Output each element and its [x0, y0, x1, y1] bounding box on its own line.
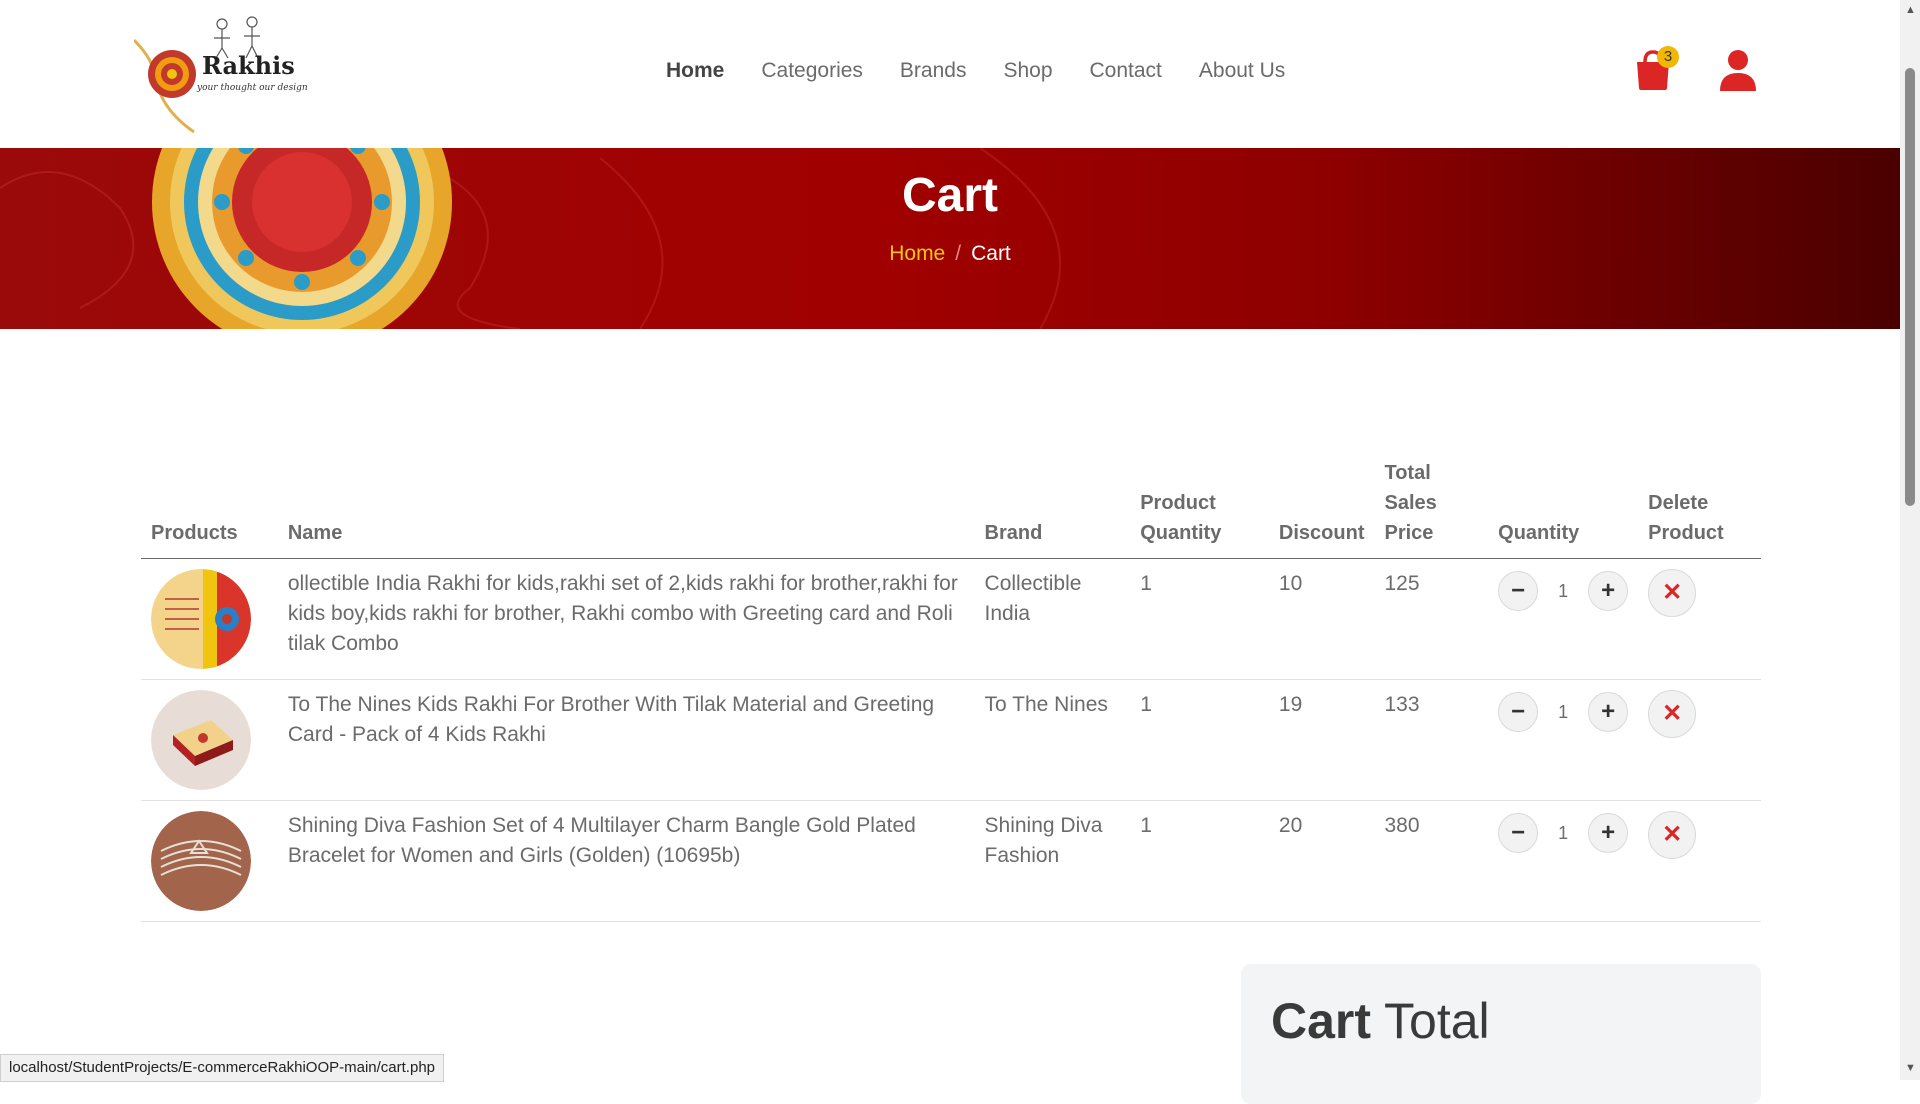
decrease-quantity-button[interactable]: −	[1498, 813, 1539, 853]
plus-icon: +	[1601, 698, 1616, 725]
minus-icon: −	[1511, 698, 1526, 725]
delete-product-button[interactable]: ✕	[1648, 811, 1697, 859]
product-discount: 10	[1268, 558, 1375, 680]
increase-quantity-button[interactable]: +	[1588, 571, 1629, 611]
increase-quantity-button[interactable]: +	[1588, 692, 1629, 732]
cart-button[interactable]: 3	[1633, 46, 1679, 92]
product-brand: Shining Diva Fashion	[974, 800, 1131, 922]
decrease-quantity-button[interactable]: −	[1498, 571, 1539, 611]
delete-product-button[interactable]: ✕	[1648, 569, 1697, 617]
product-name: Shining Diva Fashion Set of 4 Multilayer…	[277, 800, 975, 922]
vertical-scrollbar[interactable]: ▲ ▼	[1900, 0, 1920, 1080]
logo[interactable]: Rakhis your thought our design	[132, 10, 308, 135]
product-thumbnail[interactable]	[151, 569, 251, 669]
cart-total-heading: Cart Total	[1271, 992, 1490, 1050]
table-row: ollectible India Rakhi for kids,rakhi se…	[141, 558, 1761, 680]
scroll-up-arrow-icon[interactable]: ▲	[1905, 4, 1916, 16]
page-banner: Cart Home / Cart	[0, 148, 1900, 329]
nav-home[interactable]: Home	[666, 59, 724, 83]
quantity-stepper: − 1 +	[1498, 692, 1629, 732]
product-discount: 19	[1268, 679, 1375, 801]
delete-product-button[interactable]: ✕	[1648, 690, 1697, 738]
header-name: Name	[277, 458, 975, 559]
cart-total-heading-rest: Total	[1384, 993, 1490, 1049]
product-quantity: 1	[1130, 679, 1269, 801]
product-name: To The Nines Kids Rakhi For Brother With…	[277, 679, 975, 801]
product-thumbnail[interactable]	[151, 811, 251, 911]
quantity-value: 1	[1558, 581, 1569, 601]
cart-total-heading-bold: Cart	[1271, 993, 1372, 1049]
total-sales-price: 133	[1374, 679, 1489, 801]
product-brand: Collectible India	[974, 558, 1131, 680]
header-product-quantity: Product Quantity	[1130, 458, 1269, 559]
table-header-row: Products Name Brand Product Quantity Dis…	[141, 458, 1761, 559]
header-brand: Brand	[974, 458, 1131, 559]
main-nav: Home Categories Brands Shop Contact Abou…	[666, 59, 1285, 83]
nav-about-us[interactable]: About Us	[1199, 59, 1285, 83]
minus-icon: −	[1511, 819, 1526, 846]
site-header: Rakhis your thought our design Home Cate…	[0, 0, 1900, 148]
page-title: Cart	[901, 169, 999, 222]
table-row: To The Nines Kids Rakhi For Brother With…	[141, 679, 1761, 801]
close-icon: ✕	[1662, 821, 1683, 848]
product-brand: To The Nines	[974, 679, 1131, 801]
product-discount: 20	[1268, 800, 1375, 922]
user-icon	[1720, 50, 1756, 91]
product-quantity: 1	[1130, 800, 1269, 922]
decrease-quantity-button[interactable]: −	[1498, 692, 1539, 732]
user-account-button[interactable]	[1719, 49, 1757, 91]
cart-table: Products Name Brand Product Quantity Dis…	[141, 458, 1761, 922]
cart-count-badge: 3	[1657, 46, 1679, 68]
header-products: Products	[141, 458, 278, 559]
nav-contact[interactable]: Contact	[1090, 59, 1162, 83]
browser-status-url: localhost/StudentProjects/E-commerceRakh…	[0, 1054, 445, 1082]
nav-categories[interactable]: Categories	[761, 59, 863, 83]
minus-icon: −	[1511, 577, 1526, 604]
header-total-sales-price: Total Sales Price	[1374, 458, 1489, 559]
product-quantity: 1	[1130, 558, 1269, 680]
scrollbar-thumb[interactable]	[1905, 68, 1915, 506]
quantity-stepper: − 1 +	[1498, 571, 1629, 611]
breadcrumb-home-link[interactable]: Home	[889, 242, 945, 265]
product-name: ollectible India Rakhi for kids,rakhi se…	[277, 558, 975, 680]
header-quantity: Quantity	[1488, 458, 1639, 559]
logo-tagline: your thought our design	[197, 83, 308, 93]
quantity-stepper: − 1 +	[1498, 813, 1629, 853]
product-thumbnail[interactable]	[151, 690, 251, 790]
increase-quantity-button[interactable]: +	[1588, 813, 1629, 853]
nav-shop[interactable]: Shop	[1003, 59, 1052, 83]
plus-icon: +	[1601, 819, 1616, 846]
breadcrumb-current: Cart	[971, 242, 1011, 265]
breadcrumb: Home / Cart	[0, 242, 1900, 266]
total-sales-price: 380	[1374, 800, 1489, 922]
header-discount: Discount	[1268, 458, 1375, 559]
scroll-down-arrow-icon[interactable]: ▼	[1905, 1062, 1916, 1074]
nav-brands[interactable]: Brands	[900, 59, 967, 83]
logo-title: Rakhis	[202, 51, 295, 80]
total-sales-price: 125	[1374, 558, 1489, 680]
header-delete-product: Delete Product	[1638, 458, 1761, 559]
close-icon: ✕	[1662, 579, 1683, 606]
breadcrumb-separator: /	[955, 242, 962, 265]
table-row: Shining Diva Fashion Set of 4 Multilayer…	[141, 800, 1761, 922]
cart-total-panel: Cart Total	[1241, 964, 1761, 1104]
quantity-value: 1	[1558, 702, 1569, 722]
close-icon: ✕	[1662, 700, 1683, 727]
plus-icon: +	[1601, 577, 1616, 604]
quantity-value: 1	[1558, 823, 1569, 843]
